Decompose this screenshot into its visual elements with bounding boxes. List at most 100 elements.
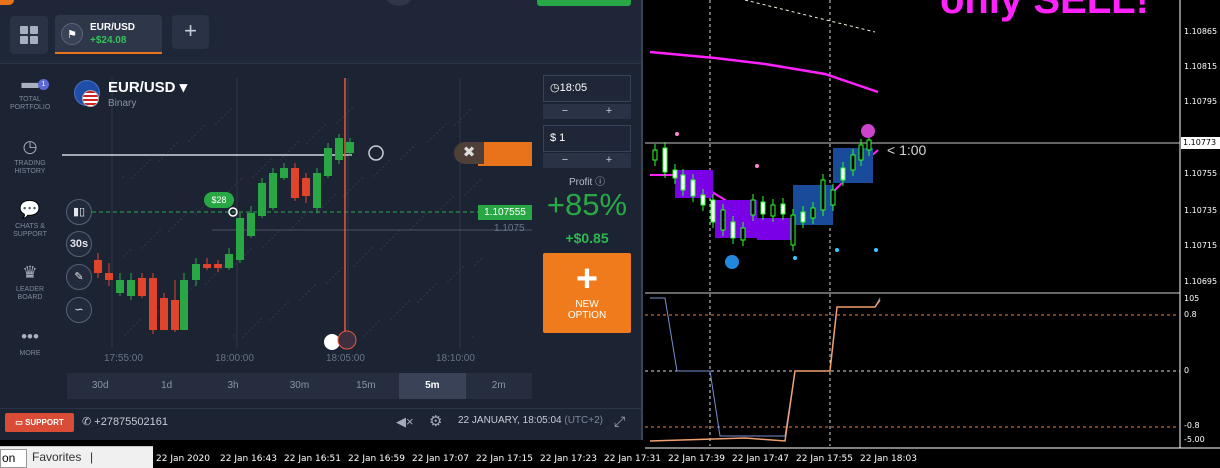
taskbar-item[interactable]: on [0, 449, 27, 468]
map-dot [196, 130, 200, 134]
map-dot [405, 151, 409, 155]
candle [750, 199, 756, 216]
map-dot [325, 281, 329, 285]
map-dot [243, 253, 247, 257]
map-dot [365, 331, 369, 335]
map-dot [364, 252, 368, 256]
map-dot [192, 284, 196, 288]
phone-number: ✆ +27875502161 [82, 416, 168, 428]
candle [138, 278, 146, 296]
map-dot [290, 146, 294, 150]
map-dot [473, 263, 477, 267]
period-button[interactable]: 30s [66, 231, 92, 257]
map-dot [416, 300, 420, 304]
timeframe-30d[interactable]: 30d [67, 373, 133, 399]
timeframe-5m[interactable]: 5m [399, 373, 466, 399]
expiry-time-field[interactable]: ◷18:05 [543, 75, 631, 102]
map-dot [232, 334, 236, 338]
mt4-chart[interactable]: only SELL! < 1:00 1.10773 1.10865 1.1081… [645, 0, 1220, 468]
timeframe-15m[interactable]: 15m [333, 373, 399, 399]
map-dot [239, 177, 243, 181]
candle [247, 213, 255, 236]
map-dot [204, 282, 208, 286]
time-axis-label: 22 Jan 16:59 [348, 454, 405, 464]
price-axis-label: 1.10795 [1184, 97, 1218, 106]
favorites-link[interactable]: Favorites [32, 450, 81, 464]
map-dot [404, 302, 408, 306]
candle [180, 280, 188, 330]
map-dot [446, 280, 450, 284]
add-tab-button[interactable]: + [172, 15, 209, 49]
map-dot [274, 312, 278, 316]
grid-view-button[interactable] [10, 16, 48, 54]
asset-tab[interactable]: ⚑ EUR/USD +$24.08 [55, 15, 162, 54]
map-dot [139, 167, 143, 171]
candle [770, 204, 776, 217]
deal-marker [478, 142, 532, 166]
history-icon: ◷ [22, 137, 38, 156]
map-dot [351, 185, 355, 189]
moving-average [649, 50, 879, 94]
map-dot [210, 276, 214, 280]
candle [149, 278, 157, 330]
map-dot [126, 330, 130, 334]
time-stepper[interactable]: − + [543, 104, 631, 119]
map-dot [358, 258, 362, 262]
volume-icon[interactable]: ◀× [396, 414, 414, 430]
map-dot [157, 159, 161, 163]
map-dot [478, 178, 482, 182]
draw-tool-icon[interactable]: ✎ [66, 264, 92, 290]
gear-icon[interactable]: ⚙ [429, 412, 442, 430]
map-dot [382, 244, 386, 248]
nav-more[interactable]: ••• MORE [0, 327, 60, 358]
candle [160, 298, 168, 330]
amount-stepper[interactable]: − + [543, 153, 631, 168]
map-dot [398, 308, 402, 312]
amount-field[interactable]: $ 1 [543, 125, 631, 152]
map-dot [173, 223, 177, 227]
map-dot [425, 291, 429, 295]
map-dot [267, 239, 271, 243]
candle [840, 167, 846, 181]
support-button[interactable]: ▭ SUPPORT [5, 413, 74, 432]
nav-leader-board[interactable]: ♛ LEADER BOARD [0, 263, 60, 302]
nav-trading-history[interactable]: ◷ TRADING HISTORY [0, 137, 60, 176]
timeframe-30m[interactable]: 30m [266, 373, 332, 399]
map-dot [421, 215, 425, 219]
timeframe-2m[interactable]: 2m [466, 373, 532, 399]
map-dot [444, 122, 448, 126]
nav-chats-support[interactable]: 💬 CHATS & SUPPORT [0, 200, 60, 239]
map-dot [301, 295, 305, 299]
map-dot [465, 111, 469, 115]
price-axis-label: 1.10735 [1184, 206, 1218, 215]
timeframe-3h[interactable]: 3h [200, 373, 266, 399]
candle [810, 207, 816, 219]
asset-title[interactable]: EUR/USD ▾ [108, 78, 187, 96]
new-option-button[interactable]: + NEW OPTION [543, 253, 631, 333]
trend-line [744, 0, 876, 33]
map-dot [133, 173, 137, 177]
price-axis-label: 1.10865 [1184, 27, 1218, 36]
close-icon[interactable]: ✖ [454, 142, 484, 164]
time-label: 18:10:00 [436, 353, 475, 364]
indicator-icon[interactable]: ∽ [66, 297, 92, 323]
deposit-button[interactable] [537, 0, 631, 6]
avatar[interactable] [383, 0, 415, 6]
map-dot [399, 157, 403, 161]
timeframe-1d[interactable]: 1d [133, 373, 199, 399]
candle [214, 264, 222, 268]
map-dot [172, 144, 176, 148]
fullscreen-icon[interactable]: ⤢ [614, 413, 625, 430]
map-dot [160, 156, 164, 160]
map-dot [278, 158, 282, 162]
signal-dot [874, 248, 878, 252]
nav-total-portfolio[interactable]: ▬ 1 TOTAL PORTFOLIO [0, 73, 60, 112]
mt4-plot [645, 0, 1220, 449]
chart-type-button[interactable]: ▮▯ [66, 199, 92, 225]
map-dot [256, 320, 260, 324]
price-chart[interactable]: EUR/USD ▾ Binary ▮▯ 30s ✎ ∽ $28 ✖ 1.1075… [62, 68, 532, 403]
map-dot [449, 277, 453, 281]
deal-badge[interactable]: $28 [204, 192, 234, 208]
top-bar: ⚑ EUR/USD +$24.08 + [0, 0, 641, 64]
map-dot [266, 160, 270, 164]
